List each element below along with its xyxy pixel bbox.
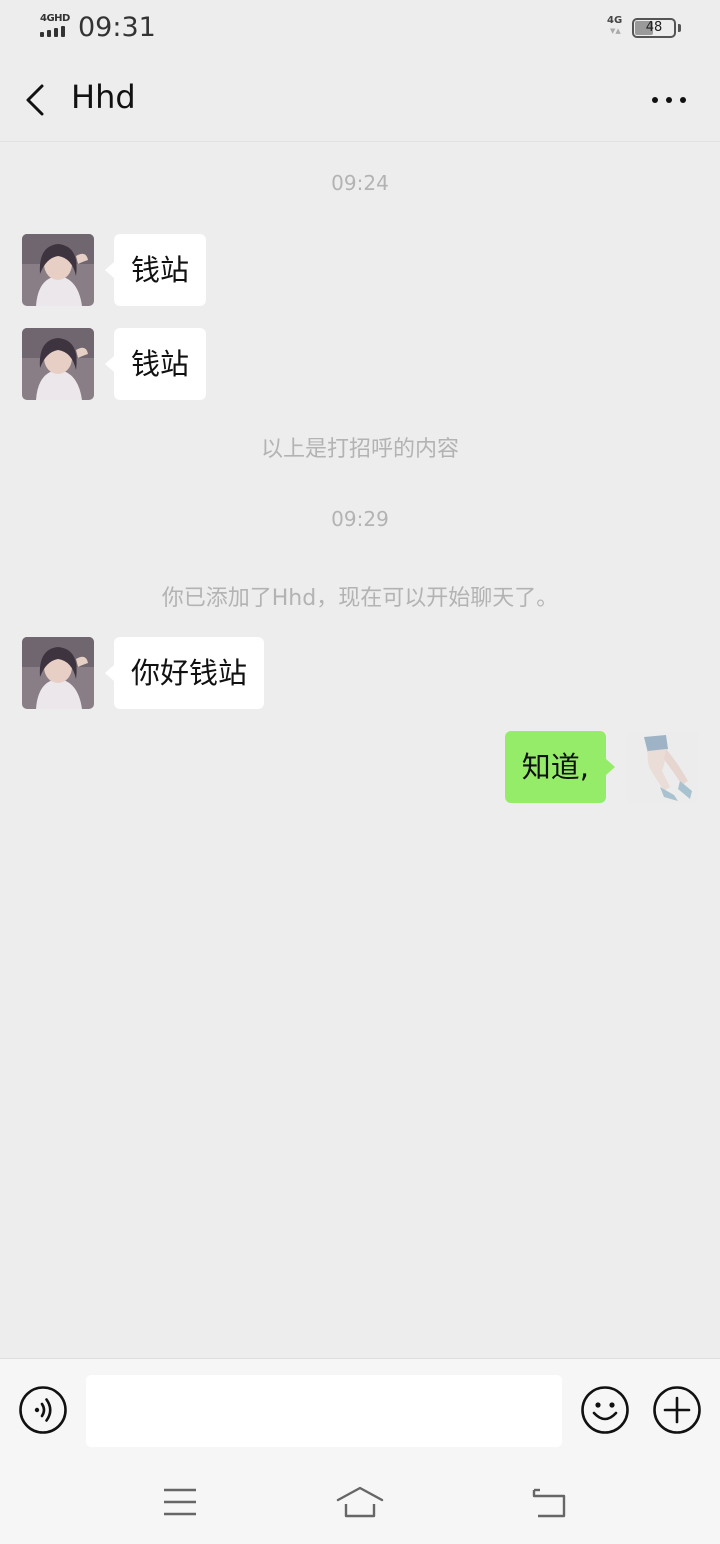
emoji-icon <box>581 1386 629 1434</box>
mobile-data-label: 4G <box>607 15 623 26</box>
avatar-photo <box>22 637 94 709</box>
more-functions-button[interactable] <box>652 1385 702 1435</box>
status-bar: 4GHD 09:31 4G ▼▲ 48 <box>0 0 720 58</box>
my-avatar[interactable] <box>626 731 698 803</box>
avatar-photo <box>626 731 698 803</box>
signal-icon: 4GHD <box>40 13 74 41</box>
contact-avatar[interactable] <box>22 328 94 400</box>
plus-icon <box>653 1386 701 1434</box>
menu-icon <box>164 1488 196 1516</box>
back-button[interactable] <box>18 80 54 120</box>
incoming-message-bubble[interactable]: 钱站 <box>104 328 207 400</box>
more-dots-icon <box>652 97 686 103</box>
chat-title: Hhd <box>71 78 136 116</box>
greeting-note: 以上是打招呼的内容 <box>260 437 459 462</box>
home-button[interactable] <box>330 1480 390 1524</box>
contact-avatar[interactable] <box>22 637 94 709</box>
emoji-button[interactable] <box>580 1385 630 1435</box>
system-back-button[interactable] <box>518 1480 578 1524</box>
battery-tip <box>678 24 681 32</box>
contact-avatar[interactable] <box>22 234 94 306</box>
battery-level: 48 <box>645 20 663 35</box>
voice-icon <box>19 1386 67 1434</box>
timestamp: 09:29 <box>331 507 389 531</box>
input-bar <box>0 1358 720 1462</box>
home-icon <box>336 1486 384 1518</box>
message-input[interactable] <box>86 1375 562 1447</box>
chat-header: Hhd <box>0 58 720 142</box>
battery-icon: 48 <box>632 18 676 38</box>
return-icon <box>532 1488 566 1518</box>
recent-apps-button[interactable] <box>150 1480 210 1524</box>
avatar-photo <box>22 328 94 400</box>
more-button[interactable] <box>645 80 693 120</box>
data-activity-icon: ▼▲ <box>610 27 621 35</box>
status-time: 09:31 <box>78 12 156 43</box>
added-contact-note: 你已添加了Hhd，现在可以开始聊天了。 <box>161 586 559 611</box>
timestamp: 09:24 <box>331 171 389 195</box>
network-type-label: 4GHD <box>40 13 70 24</box>
incoming-message-bubble[interactable]: 你好钱站 <box>104 637 265 709</box>
voice-button[interactable] <box>18 1385 68 1435</box>
incoming-message-bubble[interactable]: 钱站 <box>104 234 207 306</box>
outgoing-message-bubble[interactable]: 知道, <box>504 731 616 803</box>
avatar-photo <box>22 234 94 306</box>
system-navigation-bar <box>0 1462 720 1544</box>
chevron-left-icon <box>26 84 44 116</box>
